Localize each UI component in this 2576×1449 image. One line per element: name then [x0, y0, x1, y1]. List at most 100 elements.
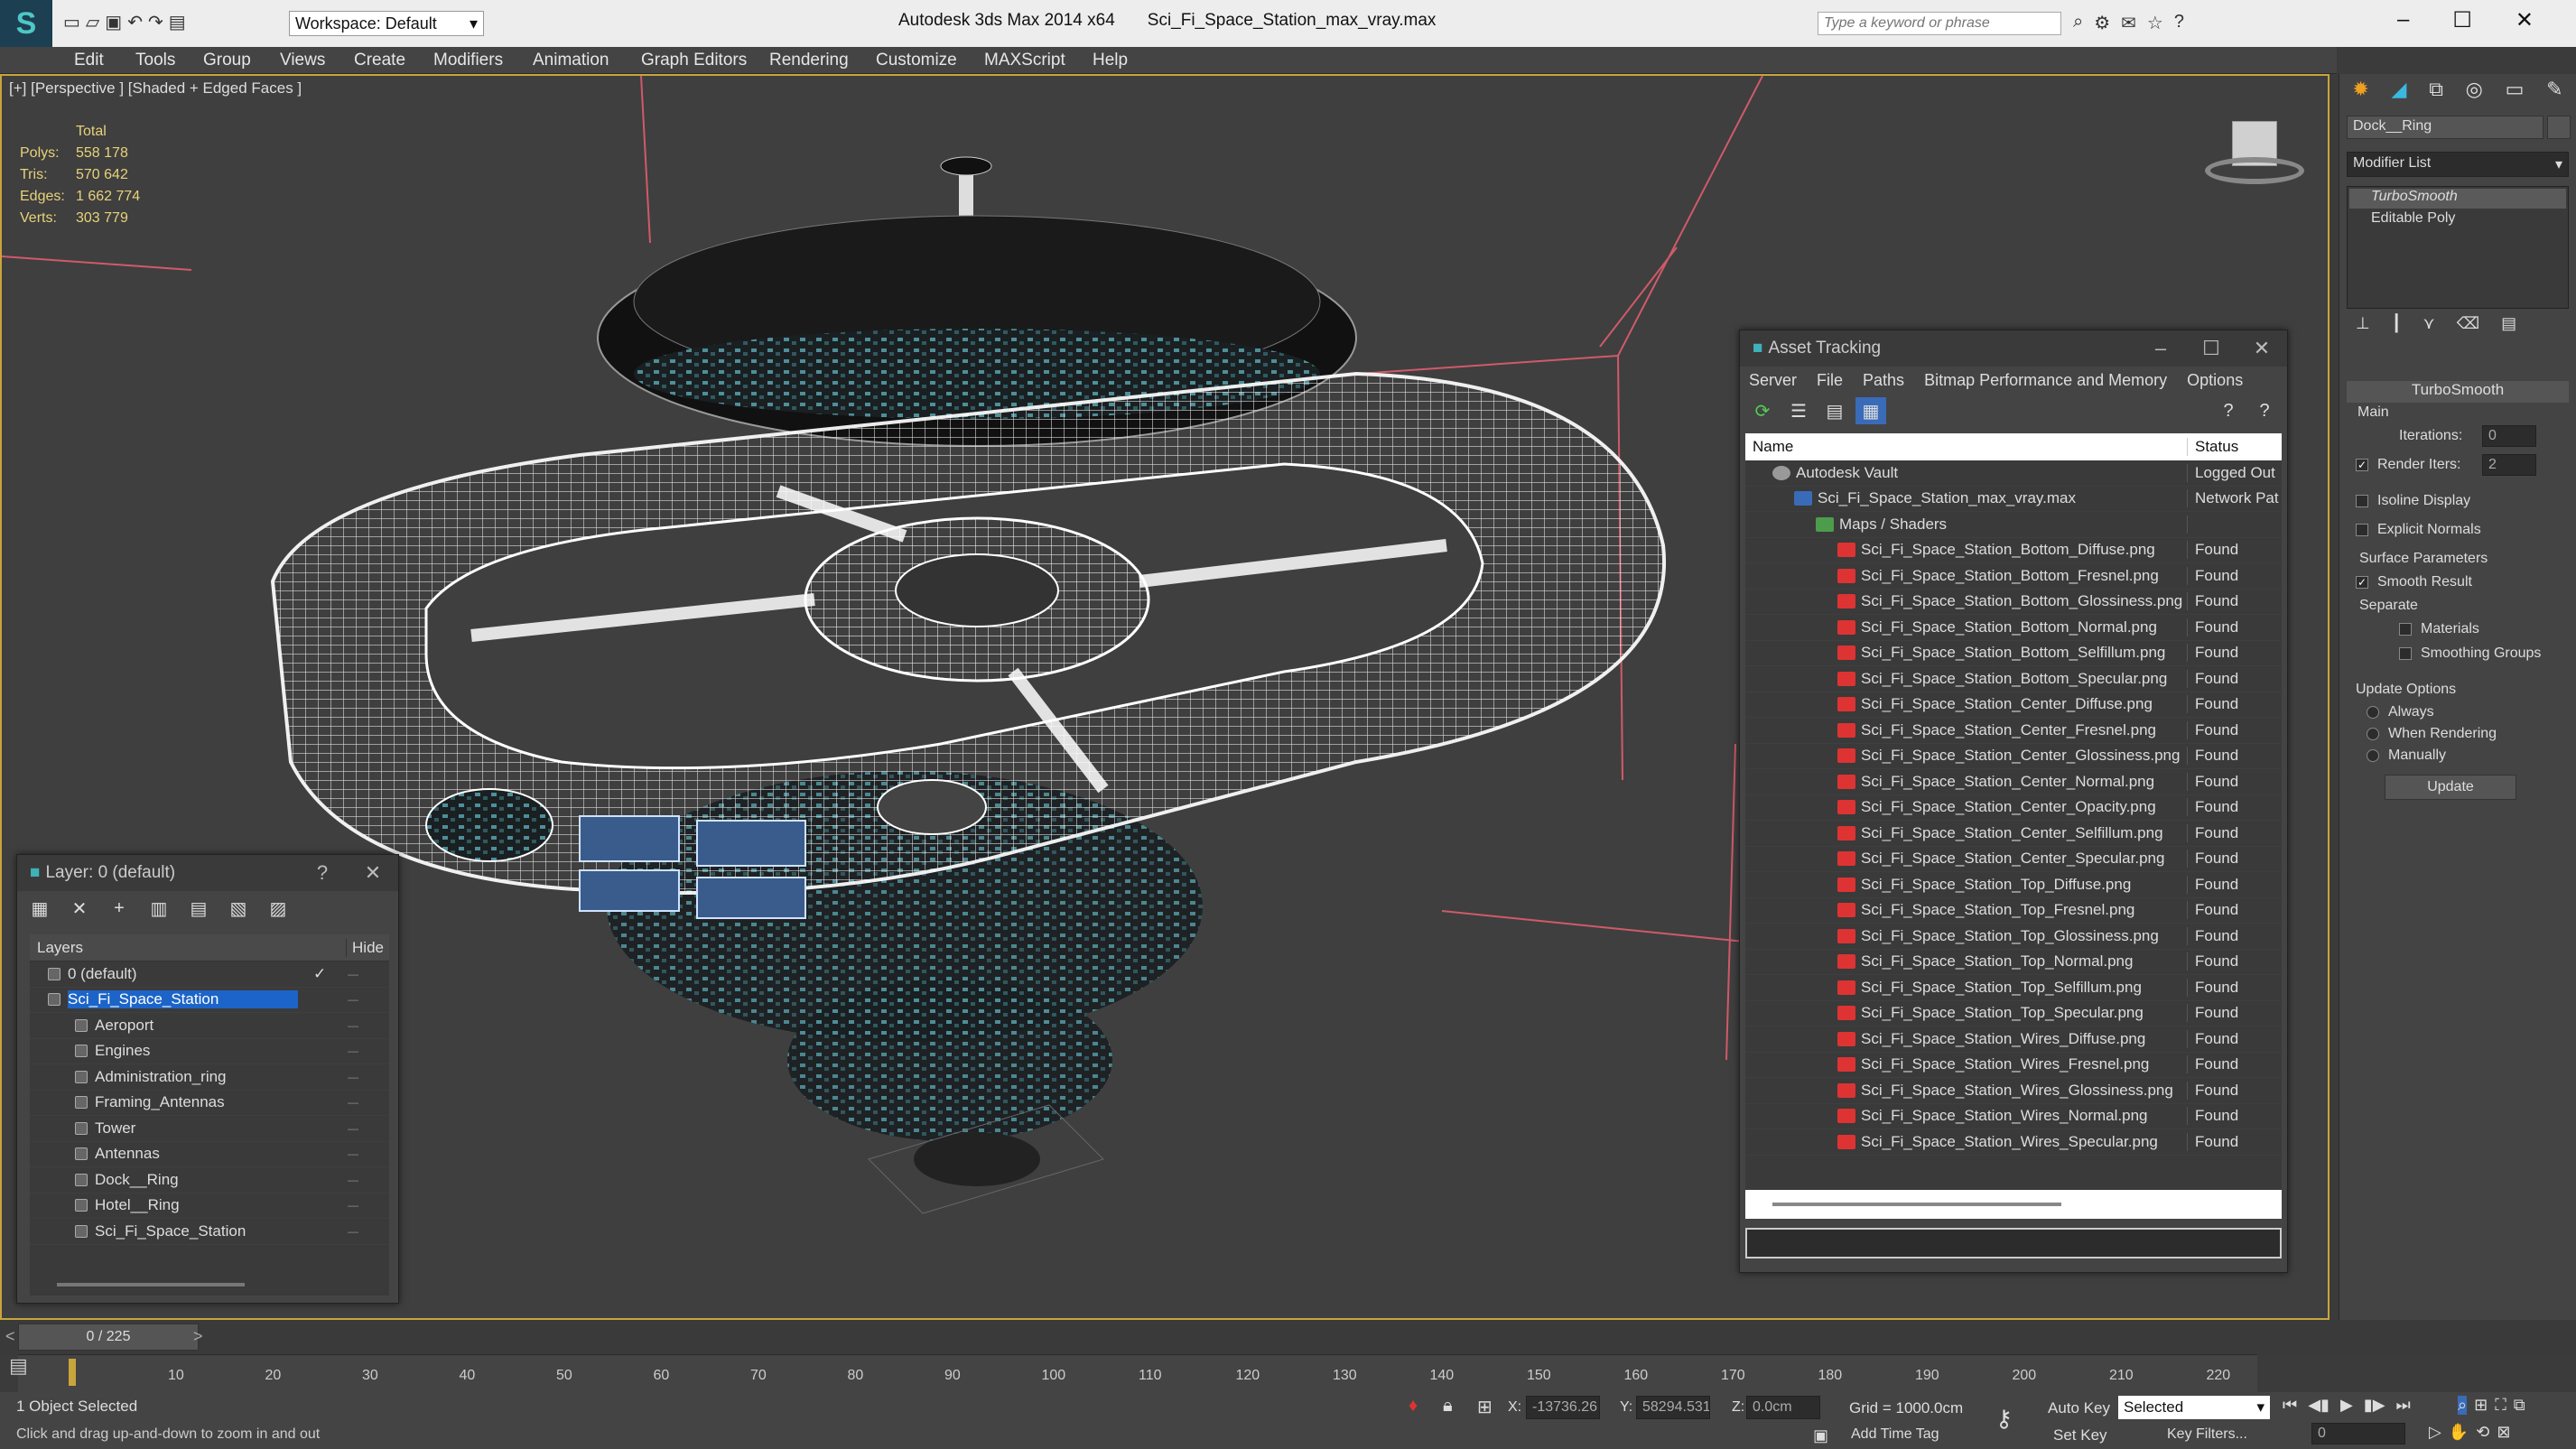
- select-objects-icon[interactable]: ▥: [144, 895, 174, 922]
- asset-menu-bitmap[interactable]: Bitmap Performance and Memory: [1924, 371, 2167, 390]
- hide-toggle-icon[interactable]: —: [348, 1174, 358, 1186]
- asset-row[interactable]: Sci_Fi_Space_Station_Center_Normal.png Fo…: [1745, 769, 2282, 795]
- auto-key-button[interactable]: Auto Key: [2048, 1399, 2110, 1417]
- display-tab-icon[interactable]: ▭: [2506, 78, 2525, 107]
- layer-row[interactable]: Tower —: [30, 1116, 389, 1142]
- z-coordinate-input[interactable]: [1746, 1396, 1820, 1419]
- add-time-tag[interactable]: Add Time Tag: [1851, 1426, 1939, 1443]
- favorites-star-icon[interactable]: ☆: [2147, 12, 2163, 34]
- open-file-icon[interactable]: ▱: [86, 11, 99, 33]
- menu-views[interactable]: Views: [280, 51, 325, 70]
- tree-view-icon[interactable]: ▤: [1819, 397, 1850, 424]
- binoculars-icon[interactable]: ⌕: [2073, 12, 2083, 34]
- subscription-icon[interactable]: ⚙: [2094, 12, 2110, 34]
- hierarchy-tab-icon[interactable]: ⧉: [2429, 78, 2443, 107]
- layer-row[interactable]: Framing_Antennas —: [30, 1091, 389, 1116]
- modifier-list-dropdown[interactable]: Modifier List ▾: [2347, 152, 2569, 177]
- manually-radio[interactable]: [2367, 748, 2379, 762]
- hide-toggle-icon[interactable]: —: [348, 1199, 358, 1212]
- asset-name-header[interactable]: Name: [1745, 438, 2188, 456]
- smooth-result-checkbox[interactable]: ✓: [2356, 575, 2368, 589]
- hide-toggle-icon[interactable]: —: [348, 1096, 358, 1109]
- explicit-normals-checkbox[interactable]: [2356, 523, 2368, 536]
- time-tag-icon[interactable]: ▣: [1813, 1426, 1828, 1445]
- fov-icon[interactable]: ▷: [2429, 1423, 2441, 1442]
- render-iters-input[interactable]: [2482, 454, 2536, 476]
- orbit-icon[interactable]: ⟲: [2476, 1423, 2489, 1442]
- asset-tracking-header[interactable]: ■ Asset Tracking – ☐ ✕: [1740, 330, 2287, 367]
- list-view-icon[interactable]: ☰: [1783, 397, 1814, 424]
- asset-row[interactable]: Sci_Fi_Space_Station_Center_Specular.png…: [1745, 847, 2282, 872]
- layer-row[interactable]: Hotel__Ring —: [30, 1194, 389, 1219]
- pan-icon[interactable]: ✋: [2449, 1423, 2469, 1442]
- asset-row[interactable]: Sci_Fi_Space_Station_Wires_Fresnel.png Fo…: [1745, 1053, 2282, 1078]
- smoothing-groups-checkbox[interactable]: [2399, 646, 2412, 660]
- make-unique-icon[interactable]: ⋎: [2423, 314, 2435, 341]
- asset-menu-server[interactable]: Server: [1749, 371, 1797, 390]
- modify-tab-icon[interactable]: ◢: [2392, 78, 2407, 107]
- new-file-icon[interactable]: ▭: [63, 11, 80, 33]
- walk-icon[interactable]: ⊠: [2497, 1423, 2510, 1442]
- delete-layer-icon[interactable]: ✕: [64, 895, 95, 922]
- asset-menu-paths[interactable]: Paths: [1863, 371, 1904, 390]
- asset-path-field[interactable]: [1745, 1228, 2282, 1259]
- mini-listener-icon[interactable]: ▤: [9, 1354, 28, 1378]
- y-coordinate-input[interactable]: [1636, 1396, 1710, 1419]
- motion-tab-icon[interactable]: ◎: [2466, 78, 2483, 107]
- zoom-all-icon[interactable]: ⊞: [2474, 1396, 2488, 1415]
- layer-row[interactable]: Administration_ring —: [30, 1064, 389, 1091]
- layer-help-button[interactable]: ?: [297, 861, 348, 885]
- asset-row[interactable]: Sci_Fi_Space_Station_Bottom_Glossiness.p…: [1745, 590, 2282, 615]
- key-filters-button[interactable]: Key Filters...: [2167, 1426, 2247, 1443]
- next-frame-icon[interactable]: >: [193, 1327, 203, 1346]
- asset-row[interactable]: Sci_Fi_Space_Station_Top_Diffuse.png Foun…: [1745, 872, 2282, 898]
- object-name-field[interactable]: Dock__Ring: [2347, 116, 2543, 139]
- asset-maximize-icon[interactable]: ☐: [2186, 337, 2237, 360]
- set-key-button[interactable]: Set Key: [2053, 1426, 2107, 1444]
- freeze-all-icon[interactable]: ▨: [263, 895, 293, 922]
- layer-row[interactable]: Sci_Fi_Space_Station —: [30, 988, 389, 1013]
- hide-toggle-icon[interactable]: —: [348, 1122, 358, 1135]
- asset-row[interactable]: Sci_Fi_Space_Station_Bottom_Normal.png Fo…: [1745, 615, 2282, 641]
- asset-row[interactable]: Sci_Fi_Space_Station_Center_Fresnel.png F…: [1745, 718, 2282, 744]
- object-color-swatch[interactable]: [2547, 116, 2571, 139]
- create-layer-icon[interactable]: ▦: [24, 895, 55, 922]
- show-end-result-icon[interactable]: ┃: [2392, 314, 2402, 341]
- layers-column-header[interactable]: Layers: [30, 939, 346, 957]
- layer-row[interactable]: Antennas —: [30, 1142, 389, 1167]
- asset-menu-options[interactable]: Options: [2187, 371, 2243, 390]
- layer-row[interactable]: Sci_Fi_Space_Station —: [30, 1219, 389, 1245]
- viewcube[interactable]: [2205, 121, 2304, 193]
- hide-toggle-icon[interactable]: —: [348, 968, 358, 980]
- active-layer-check-icon[interactable]: ✓: [313, 965, 326, 983]
- maximize-viewport-icon[interactable]: ⧉: [2514, 1396, 2525, 1415]
- asset-row[interactable]: Sci_Fi_Space_Station_Top_Fresnel.png Foun…: [1745, 898, 2282, 924]
- workspace-dropdown[interactable]: Workspace: Default ▾: [289, 11, 484, 36]
- layer-window-header[interactable]: ■ Layer: 0 (default) ? ✕: [17, 855, 398, 891]
- menu-modifiers[interactable]: Modifiers: [433, 51, 503, 70]
- asset-row[interactable]: Sci_Fi_Space_Station_Center_Glossiness.p…: [1745, 744, 2282, 769]
- hide-column-header[interactable]: Hide: [346, 938, 389, 957]
- iterations-input[interactable]: [2482, 425, 2536, 447]
- hide-toggle-icon[interactable]: —: [348, 1147, 358, 1160]
- key-icon[interactable]: ⚷: [1995, 1405, 2013, 1433]
- help-icon[interactable]: ?: [2174, 12, 2184, 34]
- minimize-icon[interactable]: –: [2397, 7, 2409, 33]
- search-input[interactable]: [1818, 13, 2060, 34]
- refresh-icon[interactable]: ⟳: [1747, 397, 1778, 424]
- redo-icon[interactable]: ↷: [148, 11, 163, 33]
- close-icon[interactable]: ✕: [2516, 7, 2534, 33]
- asset-row[interactable]: Sci_Fi_Space_Station_Top_Glossiness.png F…: [1745, 924, 2282, 950]
- table-view-icon[interactable]: ▦: [1855, 397, 1886, 424]
- hide-toggle-icon[interactable]: —: [348, 1071, 358, 1083]
- asset-row[interactable]: Sci_Fi_Space_Station_Bottom_Specular.png…: [1745, 666, 2282, 692]
- time-marker[interactable]: [69, 1359, 76, 1386]
- menu-tools[interactable]: Tools: [135, 51, 175, 70]
- hide-toggle-icon[interactable]: —: [348, 993, 358, 1006]
- previous-key-icon[interactable]: ◀▮: [2308, 1396, 2330, 1415]
- when-rendering-radio[interactable]: [2367, 727, 2379, 740]
- update-button[interactable]: Update: [2385, 775, 2516, 800]
- asset-row[interactable]: Sci_Fi_Space_Station_Top_Normal.png Found: [1745, 950, 2282, 975]
- key-set-dropdown[interactable]: Selected ▾: [2118, 1396, 2270, 1419]
- asset-row[interactable]: Sci_Fi_Space_Station_Center_Opacity.png F…: [1745, 795, 2282, 821]
